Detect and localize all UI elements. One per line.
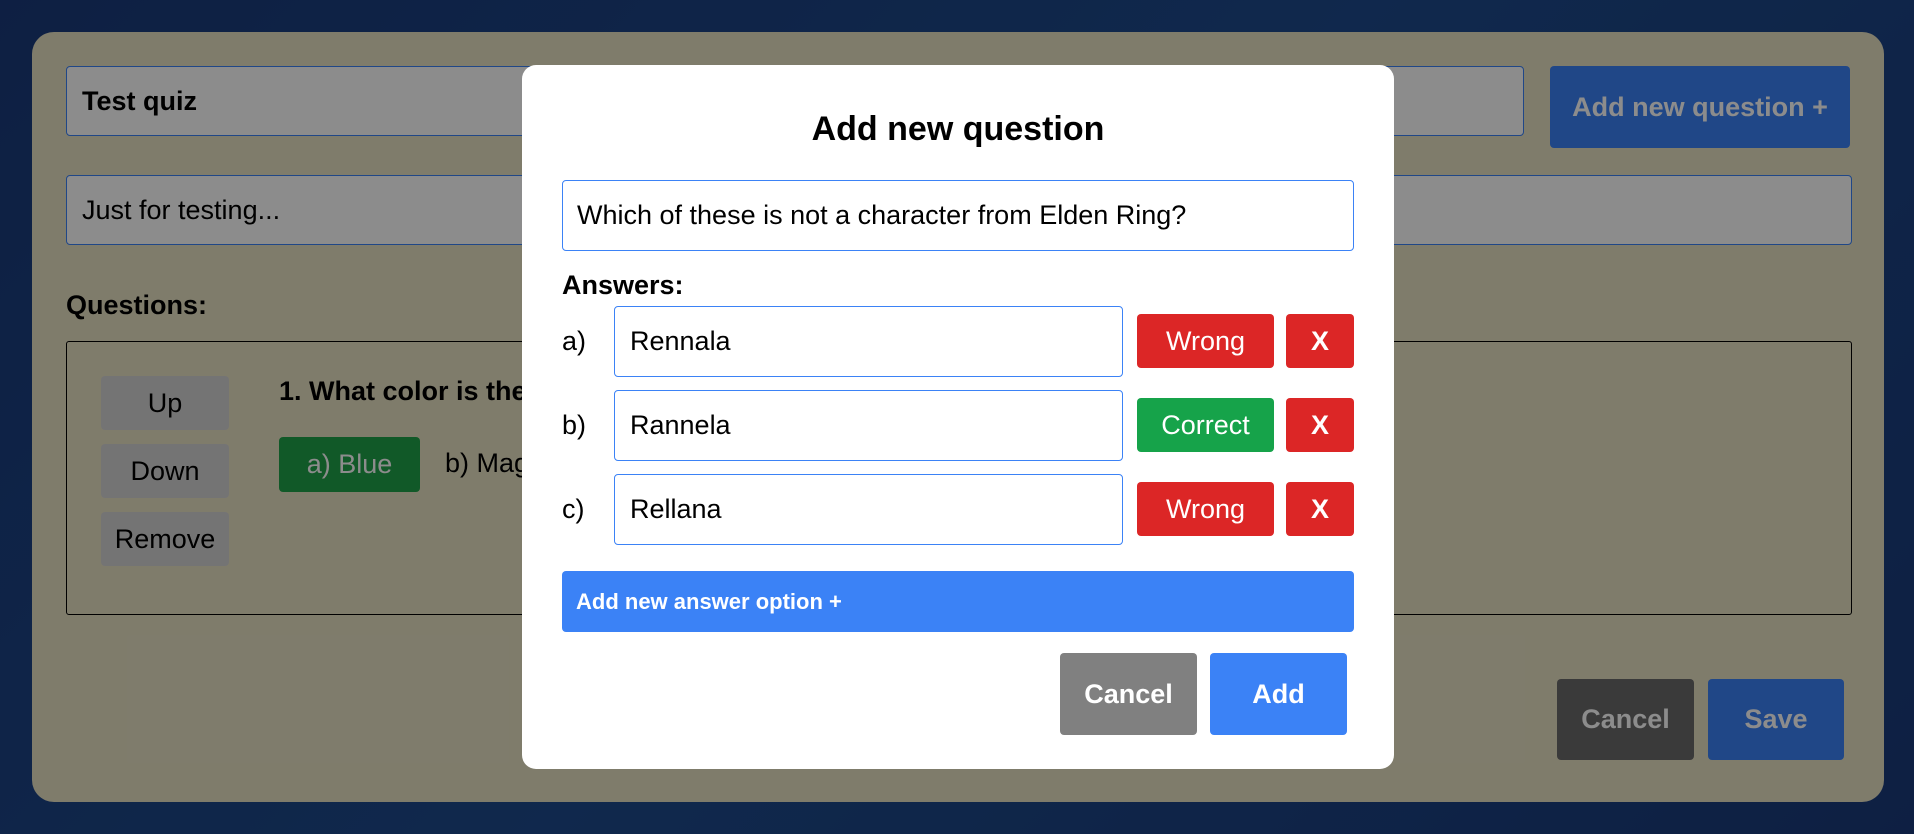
answer-letter: b) xyxy=(562,410,587,440)
answer-row: a) Rennala Wrong X xyxy=(562,306,1354,377)
question-text-input[interactable]: Which of these is not a character from E… xyxy=(562,180,1354,251)
answer-text-input[interactable]: Rellana xyxy=(614,474,1123,545)
remove-answer-button[interactable]: X xyxy=(1286,314,1354,368)
answer-text-input[interactable]: Rannela xyxy=(614,390,1123,461)
remove-answer-button[interactable]: X xyxy=(1286,398,1354,452)
add-question-modal: Add new question Which of these is not a… xyxy=(522,65,1394,769)
answers-heading: Answers: xyxy=(562,270,684,300)
remove-answer-button[interactable]: X xyxy=(1286,482,1354,536)
answer-letter: a) xyxy=(562,326,587,356)
add-answer-button[interactable]: Add new answer option + xyxy=(562,571,1354,632)
modal-add-button[interactable]: Add xyxy=(1210,653,1347,735)
modal-cancel-button[interactable]: Cancel xyxy=(1060,653,1197,735)
answer-status-toggle[interactable]: Correct xyxy=(1137,398,1274,452)
answer-row: c) Rellana Wrong X xyxy=(562,474,1354,545)
answer-text-input[interactable]: Rennala xyxy=(614,306,1123,377)
answer-status-toggle[interactable]: Wrong xyxy=(1137,482,1274,536)
modal-title: Add new question xyxy=(811,110,1105,148)
answer-letter: c) xyxy=(562,494,585,524)
answer-row: b) Rannela Correct X xyxy=(562,390,1354,461)
answer-status-toggle[interactable]: Wrong xyxy=(1137,314,1274,368)
